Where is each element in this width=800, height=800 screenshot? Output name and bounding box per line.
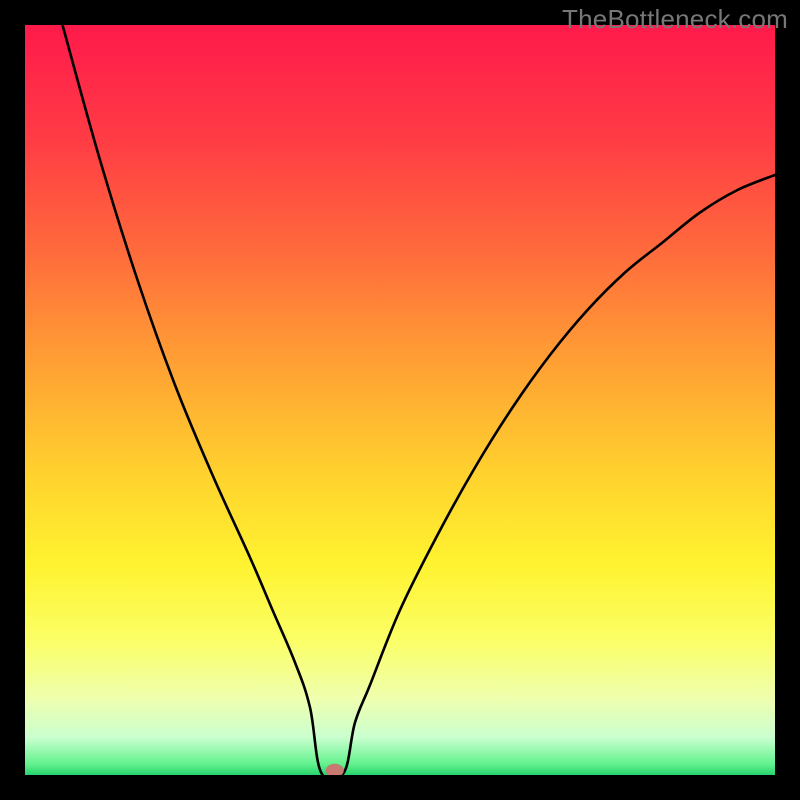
gradient-background <box>25 25 775 775</box>
bottleneck-chart <box>25 25 775 775</box>
watermark-text: TheBottleneck.com <box>562 4 788 35</box>
chart-frame: TheBottleneck.com <box>0 0 800 800</box>
